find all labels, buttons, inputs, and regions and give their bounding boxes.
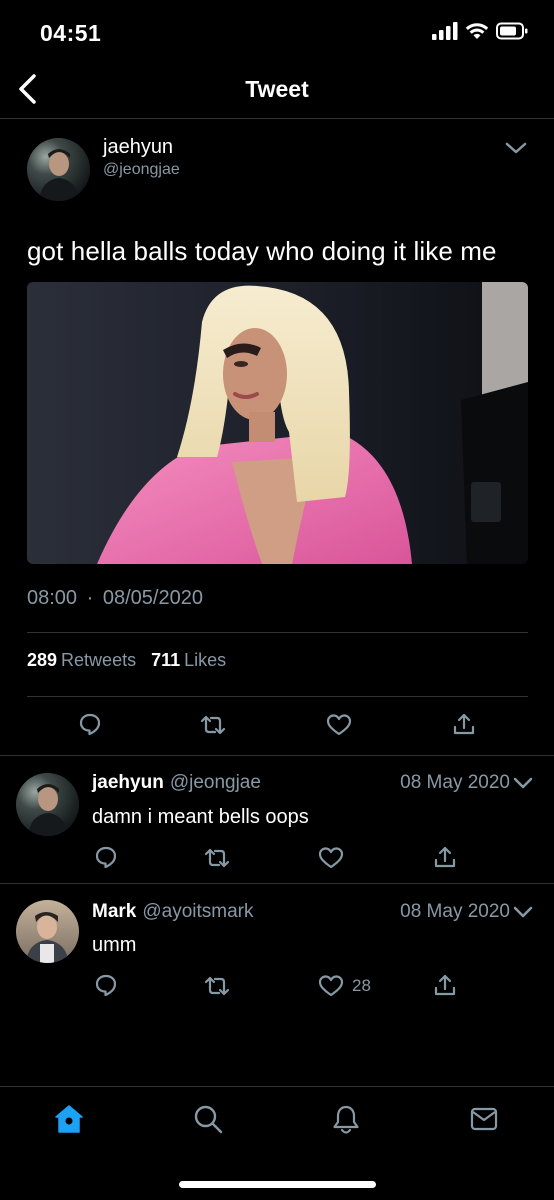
likes-stat[interactable]: 711 Likes [151,650,236,670]
reply-author-handle[interactable]: @jeongjae [170,772,261,793]
tweet-text: got hella balls today who doing it like … [27,236,497,266]
retweet-button[interactable] [200,713,226,737]
reply-icon [79,713,101,736]
search-icon [194,1105,223,1134]
reply-author-name[interactable]: jaehyun [92,772,164,793]
tab-messages[interactable] [470,1106,498,1132]
reply-date: 08 May 2020 [400,772,510,793]
like-icon [318,847,344,869]
reply-date: 08 May 2020 [400,901,510,922]
retweets-count: 289 [27,650,58,670]
reply-author-name[interactable]: Mark [92,901,136,922]
status-icons [432,22,528,40]
reply-header: jaehyun @jeongjae [92,772,261,794]
reply-like-count: 28 [352,976,371,995]
home-indicator [179,1181,376,1188]
reply-reply-button[interactable] [94,973,118,997]
like-button[interactable] [326,713,352,737]
reply-share-button[interactable] [434,973,456,997]
chevron-down-icon [505,142,527,154]
status-time: 04:51 [40,20,102,46]
meta-divider [27,632,528,633]
page-title: Tweet [245,76,309,102]
like-icon [318,975,344,997]
share-icon [434,974,456,996]
reply-divider [0,883,554,884]
tweet-separator: · [86,587,94,609]
battery-icon [496,22,528,40]
reply-like-button[interactable]: 28 [318,974,371,998]
reply-like-button[interactable] [318,846,352,870]
messages-icon [470,1107,498,1131]
tweet-stats: 289 Retweets 711 Likes [27,650,236,671]
tweet-timestamp: 08:00 · 08/05/2020 [27,587,203,610]
tweet-options-button[interactable] [504,138,528,158]
tweet-time: 08:00 [27,587,78,609]
reply-icon [95,846,117,869]
tweet-date: 08/05/2020 [102,587,203,609]
retweets-label: Retweets [61,650,137,670]
notifications-icon [333,1105,359,1134]
reply-text: umm [92,934,137,956]
share-icon [434,846,456,868]
retweet-icon [204,848,230,868]
likes-label: Likes [184,650,227,670]
reply-options-button[interactable] [512,902,534,922]
tweet-image[interactable] [27,282,528,564]
reply-header: Mark @ayoitsmark [92,901,254,923]
retweet-icon [200,715,226,735]
likes-count: 711 [151,650,181,670]
chevron-down-icon [513,906,533,918]
share-icon [453,713,475,735]
avatar[interactable] [27,138,90,201]
tab-home[interactable] [54,1104,84,1134]
thread-divider [0,755,554,756]
tabbar-divider [0,1086,554,1087]
wifi-icon [465,23,489,39]
share-button[interactable] [453,712,475,736]
author-handle[interactable]: @jeongjae [103,161,180,179]
author-name[interactable]: jaehyun [103,136,173,159]
reply-avatar[interactable] [16,773,79,836]
reply-reply-button[interactable] [94,845,118,869]
home-icon [55,1105,83,1133]
reply-retweet-button[interactable] [204,846,230,870]
tab-search[interactable] [193,1104,223,1134]
reply-options-button[interactable] [512,773,534,793]
tab-notifications[interactable] [332,1104,360,1136]
reply-text: damn i meant bells oops [92,806,309,828]
reply-avatar[interactable] [16,900,79,963]
nav-divider [0,118,554,119]
reply-icon [95,974,117,997]
reply-share-button[interactable] [434,845,456,869]
stats-divider [27,696,528,697]
reply-retweet-button[interactable] [204,974,230,998]
reply-button[interactable] [78,712,102,736]
reply-author-handle[interactable]: @ayoitsmark [142,901,253,922]
chevron-down-icon [513,777,533,789]
retweets-stat[interactable]: 289 Retweets [27,650,151,670]
like-icon [326,714,352,736]
retweet-icon [204,976,230,996]
signal-icon [432,22,458,40]
